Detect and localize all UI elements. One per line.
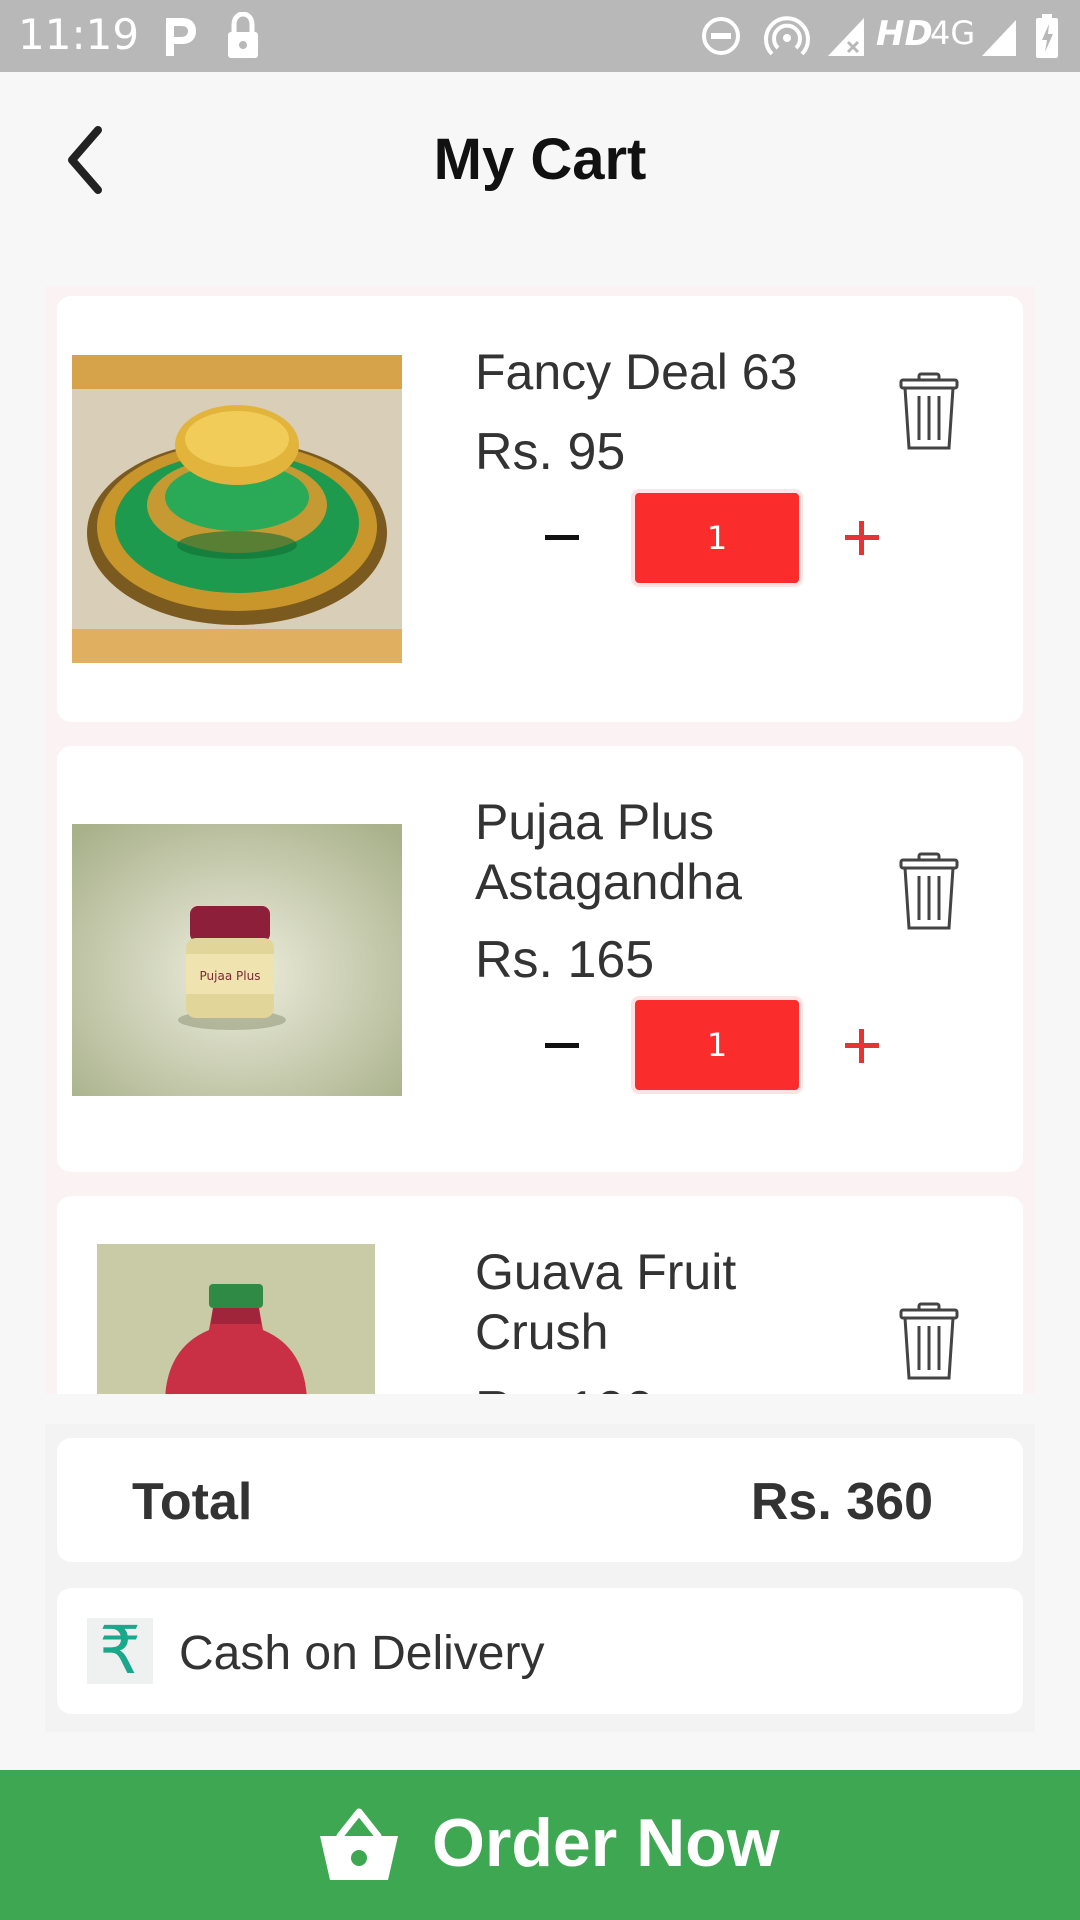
rupee-icon: ₹ <box>87 1618 153 1684</box>
total-label: Total <box>132 1473 253 1531</box>
quantity-value: 1 <box>631 996 803 1094</box>
delete-item-button[interactable] <box>897 372 961 452</box>
item-name: Fancy Deal 63 <box>475 344 798 400</box>
item-name: Pujaa Plus Astagandha <box>475 794 742 910</box>
header: My Cart <box>0 72 1080 242</box>
total-card: Total Rs. 360 <box>57 1438 1023 1562</box>
svg-text:Pujaa Plus: Pujaa Plus <box>200 969 261 983</box>
cellular-signal-icon <box>982 20 1016 56</box>
basket-icon <box>320 1808 398 1880</box>
status-time: 11:19 <box>18 10 140 59</box>
delete-item-button[interactable] <box>897 852 961 932</box>
network-type: 4G <box>930 14 976 52</box>
order-summary: Total Rs. 360 ₹ Cash on Delivery <box>45 1424 1035 1732</box>
do-not-disturb-icon <box>702 17 740 55</box>
increase-quantity-button[interactable] <box>827 1010 897 1080</box>
payment-method-label: Cash on Delivery <box>179 1627 545 1680</box>
trash-icon <box>899 372 959 450</box>
item-price: Rs. 100 <box>475 1380 654 1394</box>
trash-icon <box>899 852 959 930</box>
hotspot-icon <box>764 16 810 56</box>
status-bar: 11:19 HD 4G <box>0 0 1080 72</box>
signal-icon <box>828 18 864 56</box>
product-image-plate <box>72 355 402 663</box>
product-image[interactable] <box>72 355 402 663</box>
product-image[interactable]: Pujaa Plus <box>72 824 402 1096</box>
decrease-quantity-button[interactable] <box>527 502 597 572</box>
item-price: Rs. 165 <box>475 931 655 989</box>
item-price: Rs. 95 <box>475 423 626 481</box>
product-image-jar: Pujaa Plus <box>72 824 402 1096</box>
delete-item-button[interactable] <box>897 1302 961 1382</box>
quantity-value: 1 <box>631 489 803 587</box>
order-now-button[interactable]: Order Now <box>0 1770 1080 1920</box>
page-title: My Cart <box>433 127 647 192</box>
parking-icon <box>166 18 196 56</box>
battery-icon <box>1036 14 1058 58</box>
product-image-bottle <box>97 1244 375 1394</box>
cart-list[interactable]: Fancy Deal 63 Rs. 95 1 Pujaa Plus Pujaa … <box>45 286 1035 1394</box>
increase-quantity-button[interactable] <box>827 502 897 572</box>
lock-icon <box>228 12 258 58</box>
payment-method-option[interactable]: ₹ Cash on Delivery <box>57 1588 1023 1714</box>
order-now-label: Order Now <box>432 1805 780 1881</box>
item-name: Guava Fruit Crush <box>475 1244 737 1360</box>
trash-icon <box>899 1302 959 1380</box>
app-screen: 11:19 HD 4G My Cart Fancy Deal 63 Rs. 95… <box>0 0 1080 1920</box>
cart-item: Pujaa Plus Pujaa Plus Astagandha Rs. 165… <box>57 746 1023 1172</box>
product-image[interactable] <box>97 1244 375 1394</box>
cart-item: Guava Fruit Crush Rs. 100 <box>57 1196 1023 1394</box>
cart-item: Fancy Deal 63 Rs. 95 1 <box>57 296 1023 722</box>
network-label: HD <box>876 14 933 54</box>
decrease-quantity-button[interactable] <box>527 1010 597 1080</box>
total-value: Rs. 360 <box>750 1473 933 1531</box>
